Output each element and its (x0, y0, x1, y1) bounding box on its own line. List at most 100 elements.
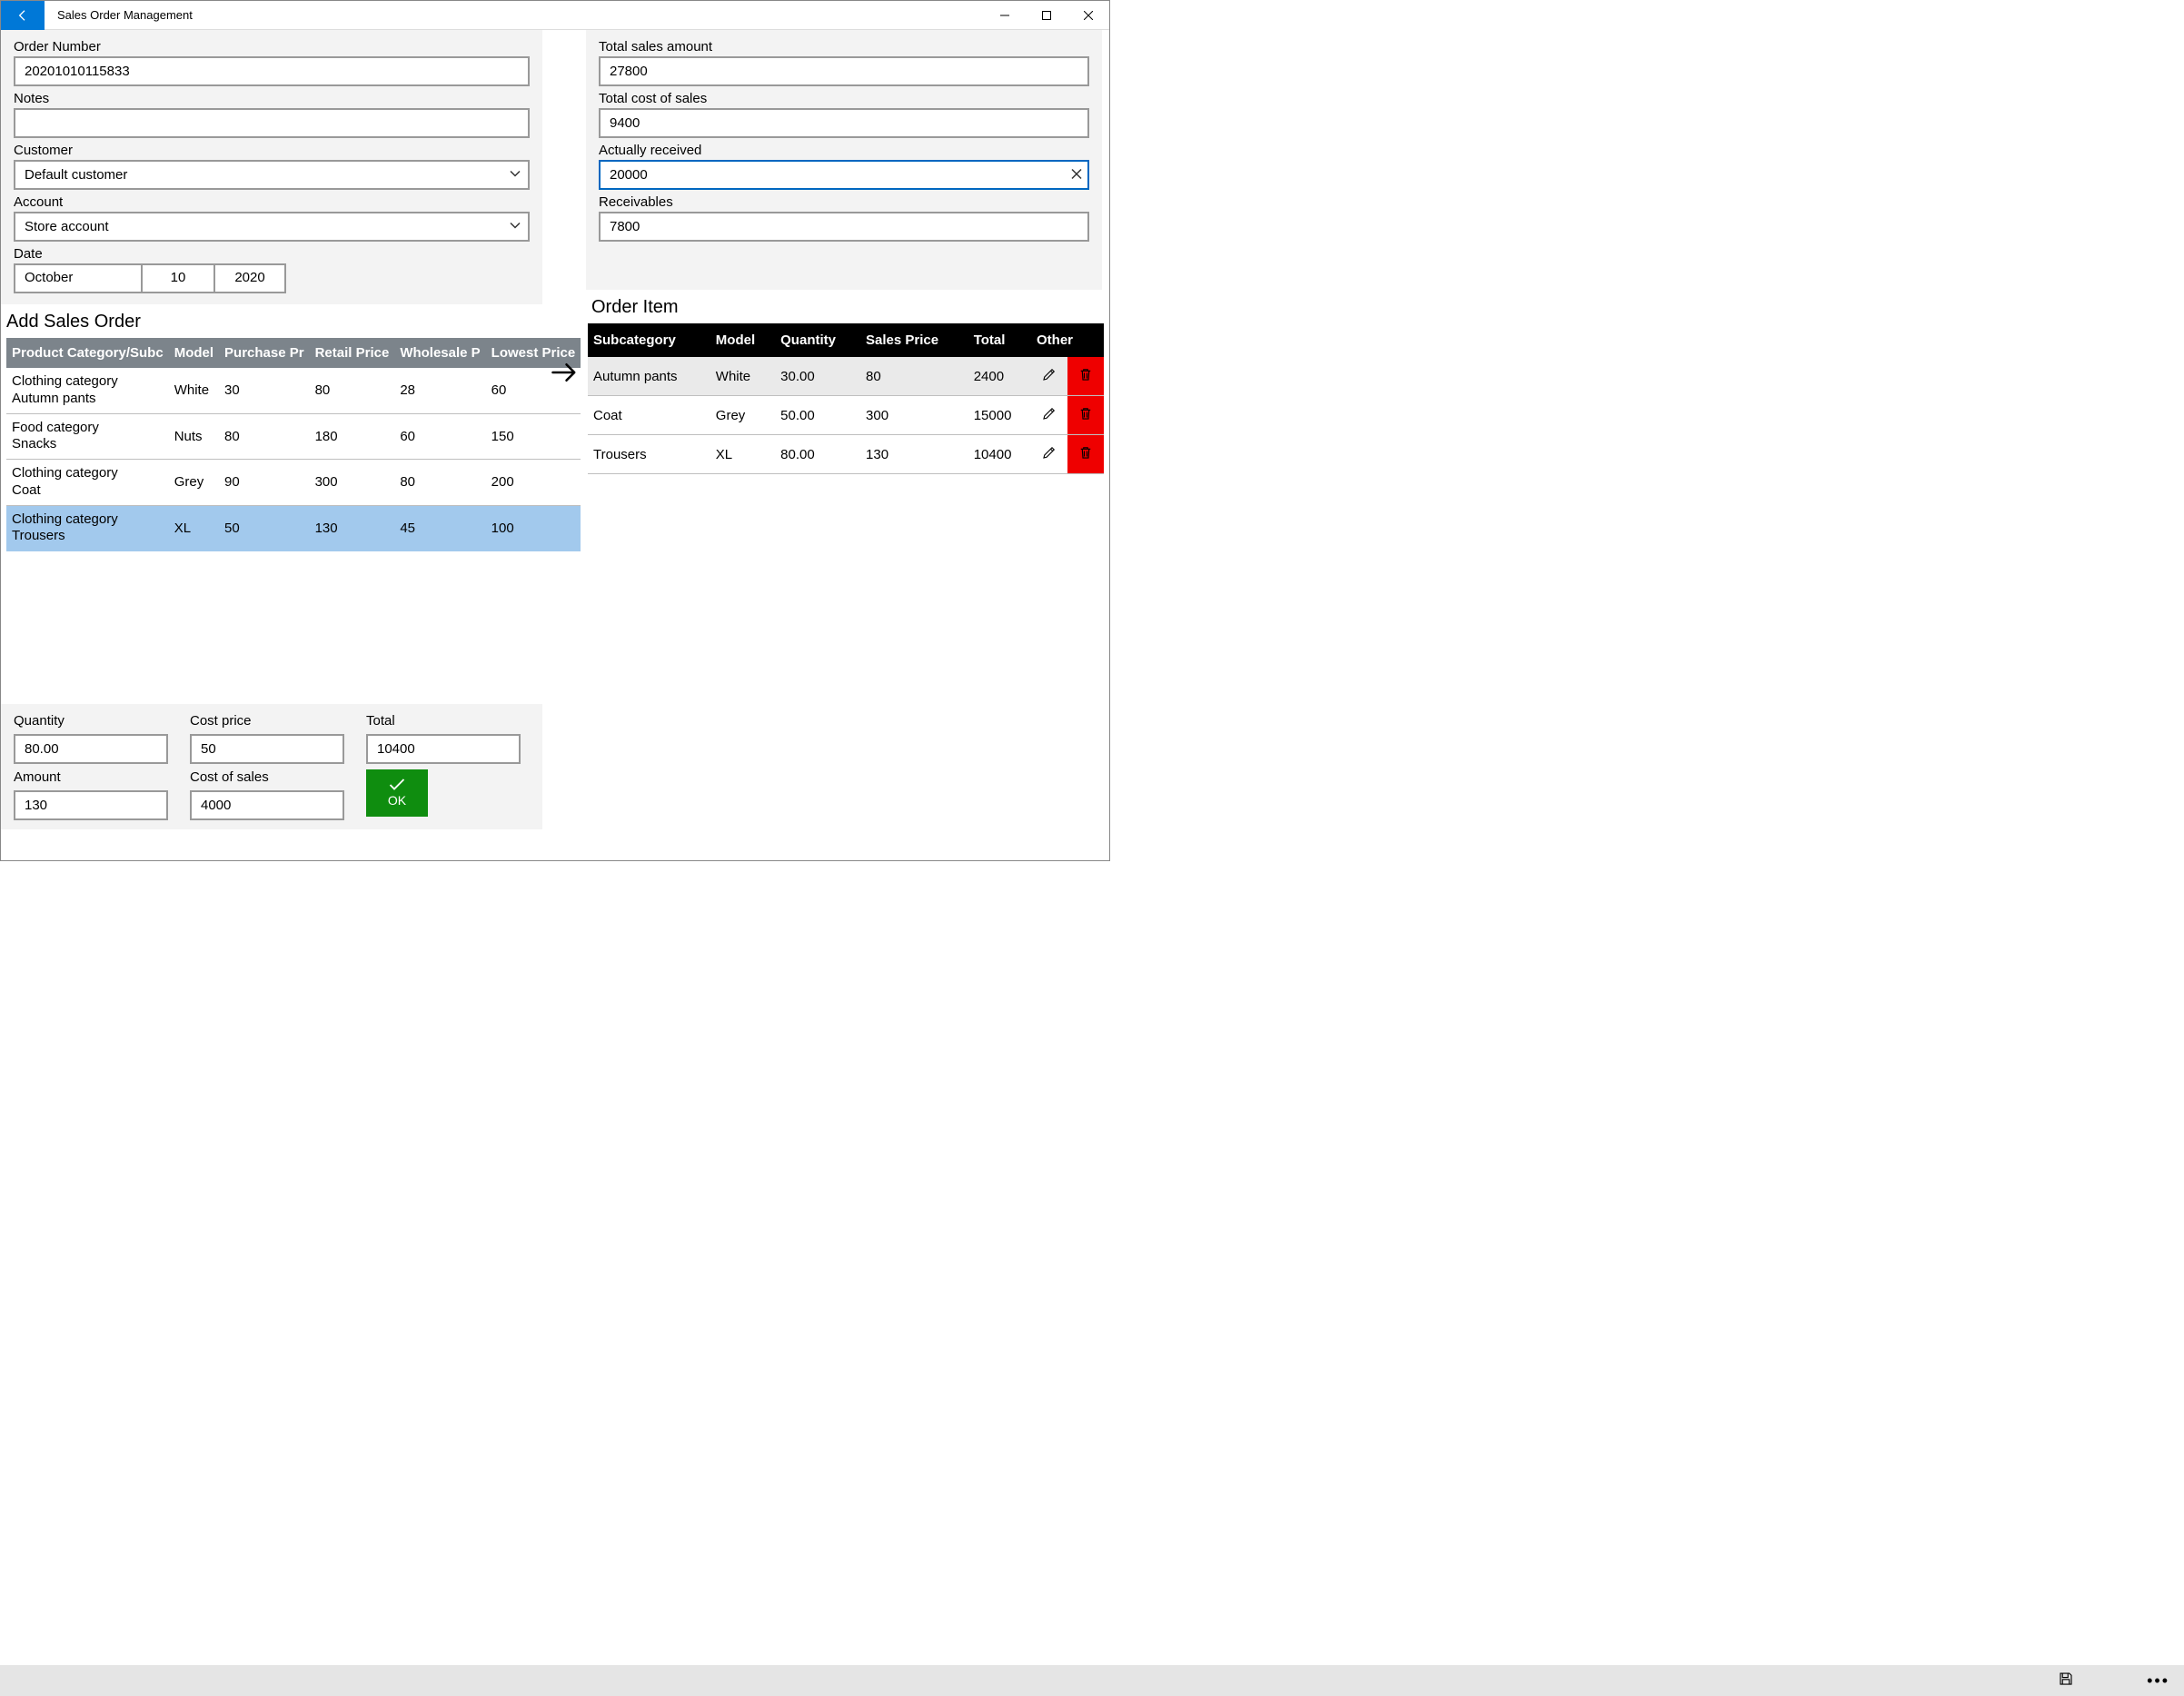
minimize-icon (1000, 11, 1009, 20)
title-bar: Sales Order Management (1, 1, 1109, 30)
arrow-right-icon (551, 359, 578, 386)
oi-cell-total: 10400 (968, 435, 1031, 474)
aso-cell-model: Grey (169, 460, 219, 506)
table-row[interactable]: TrousersXL80.0013010400 (588, 435, 1104, 474)
total-sales-label: Total sales amount (599, 39, 1089, 55)
costprice-input[interactable] (190, 734, 344, 764)
aso-col-retail[interactable]: Retail Price (310, 338, 395, 368)
maximize-icon (1042, 11, 1051, 20)
date-month[interactable]: October (14, 263, 141, 293)
table-row[interactable]: Autumn pantsWhite30.00802400 (588, 357, 1104, 396)
clear-icon[interactable] (1071, 167, 1082, 183)
oi-cell-price: 130 (860, 435, 968, 474)
oi-col-total[interactable]: Total (968, 323, 1031, 357)
oi-col-other[interactable]: Other (1031, 323, 1104, 357)
aso-cell-model: White (169, 368, 219, 413)
oi-col-sub[interactable]: Subcategory (588, 323, 710, 357)
oi-cell-sub: Coat (588, 396, 710, 435)
pencil-icon (1041, 444, 1057, 461)
window-title: Sales Order Management (57, 8, 193, 22)
order-number-input[interactable] (14, 56, 530, 86)
oi-col-model[interactable]: Model (710, 323, 775, 357)
oi-cell-model: Grey (710, 396, 775, 435)
table-row[interactable]: Food categorySnacksNuts8018060150 (6, 413, 581, 460)
order-item-table: Subcategory Model Quantity Sales Price T… (588, 323, 1104, 474)
amount-input[interactable] (14, 790, 168, 820)
maximize-button[interactable] (1026, 1, 1067, 30)
oi-cell-total: 15000 (968, 396, 1031, 435)
minimize-button[interactable] (984, 1, 1026, 30)
date-year[interactable]: 2020 (213, 263, 286, 293)
window-controls (984, 1, 1109, 30)
edit-button[interactable] (1031, 396, 1067, 435)
footer-bar: ••• (0, 1665, 2184, 1696)
trash-icon (1077, 366, 1094, 382)
add-sales-order-table: Product Category/Subc Model Purchase Pr … (6, 338, 581, 551)
trash-icon (1077, 444, 1094, 461)
edit-button[interactable] (1031, 435, 1067, 474)
order-number-label: Order Number (14, 39, 530, 55)
aso-col-model[interactable]: Model (169, 338, 219, 368)
table-row[interactable]: CoatGrey50.0030015000 (588, 396, 1104, 435)
oi-cell-sub: Autumn pants (588, 357, 710, 396)
aso-col-wholesale[interactable]: Wholesale P (394, 338, 485, 368)
oi-cell-total: 2400 (968, 357, 1031, 396)
costprice-label: Cost price (190, 713, 353, 729)
check-icon (389, 779, 405, 791)
delete-button[interactable] (1067, 357, 1104, 396)
back-button[interactable] (1, 1, 45, 30)
pencil-icon (1041, 405, 1057, 422)
aso-cell-wholesale: 45 (394, 505, 485, 551)
oi-cell-model: XL (710, 435, 775, 474)
amount-label: Amount (14, 769, 177, 785)
delete-button[interactable] (1067, 396, 1104, 435)
total-input[interactable] (366, 734, 521, 764)
transfer-arrow[interactable] (542, 30, 586, 829)
aso-col-catsub[interactable]: Product Category/Subc (6, 338, 169, 368)
table-row[interactable]: Clothing categoryAutumn pantsWhite308028… (6, 368, 581, 413)
aso-cell-catsub: Clothing categoryAutumn pants (6, 368, 169, 413)
costsales-input[interactable] (190, 790, 344, 820)
oi-col-price[interactable]: Sales Price (860, 323, 968, 357)
aso-col-purchase[interactable]: Purchase Pr (219, 338, 310, 368)
save-button[interactable] (2058, 1671, 2074, 1691)
oi-col-qty[interactable]: Quantity (775, 323, 860, 357)
oi-cell-qty: 30.00 (775, 357, 860, 396)
edit-button[interactable] (1031, 357, 1067, 396)
table-row[interactable]: Clothing categoryTrousersXL5013045100 (6, 505, 581, 551)
delete-button[interactable] (1067, 435, 1104, 474)
aso-cell-wholesale: 28 (394, 368, 485, 413)
add-sales-order-heading: Add Sales Order (6, 312, 537, 332)
trash-icon (1077, 405, 1094, 422)
ok-button[interactable]: OK (366, 769, 428, 817)
total-sales-input[interactable] (599, 56, 1089, 86)
close-button[interactable] (1067, 1, 1109, 30)
date-picker[interactable]: October 10 2020 (14, 263, 530, 293)
oi-cell-price: 300 (860, 396, 968, 435)
total-cost-label: Total cost of sales (599, 91, 1089, 106)
aso-cell-retail: 130 (310, 505, 395, 551)
aso-cell-retail: 300 (310, 460, 395, 506)
aso-cell-purchase: 90 (219, 460, 310, 506)
notes-label: Notes (14, 91, 530, 106)
total-cost-input[interactable] (599, 108, 1089, 138)
account-label: Account (14, 194, 530, 210)
more-button[interactable]: ••• (2147, 1671, 2169, 1691)
save-icon (2058, 1671, 2074, 1687)
aso-cell-wholesale: 60 (394, 413, 485, 460)
customer-select[interactable] (14, 160, 530, 190)
aso-cell-retail: 80 (310, 368, 395, 413)
receivables-input[interactable] (599, 212, 1089, 242)
table-row[interactable]: Clothing categoryCoatGrey9030080200 (6, 460, 581, 506)
quantity-input[interactable] (14, 734, 168, 764)
oi-cell-qty: 50.00 (775, 396, 860, 435)
account-select[interactable] (14, 212, 530, 242)
aso-cell-retail: 180 (310, 413, 395, 460)
receivables-label: Receivables (599, 194, 1089, 210)
received-input[interactable] (599, 160, 1089, 190)
aso-cell-wholesale: 80 (394, 460, 485, 506)
date-day[interactable]: 10 (141, 263, 213, 293)
customer-label: Customer (14, 143, 530, 158)
aso-cell-purchase: 30 (219, 368, 310, 413)
notes-input[interactable] (14, 108, 530, 138)
